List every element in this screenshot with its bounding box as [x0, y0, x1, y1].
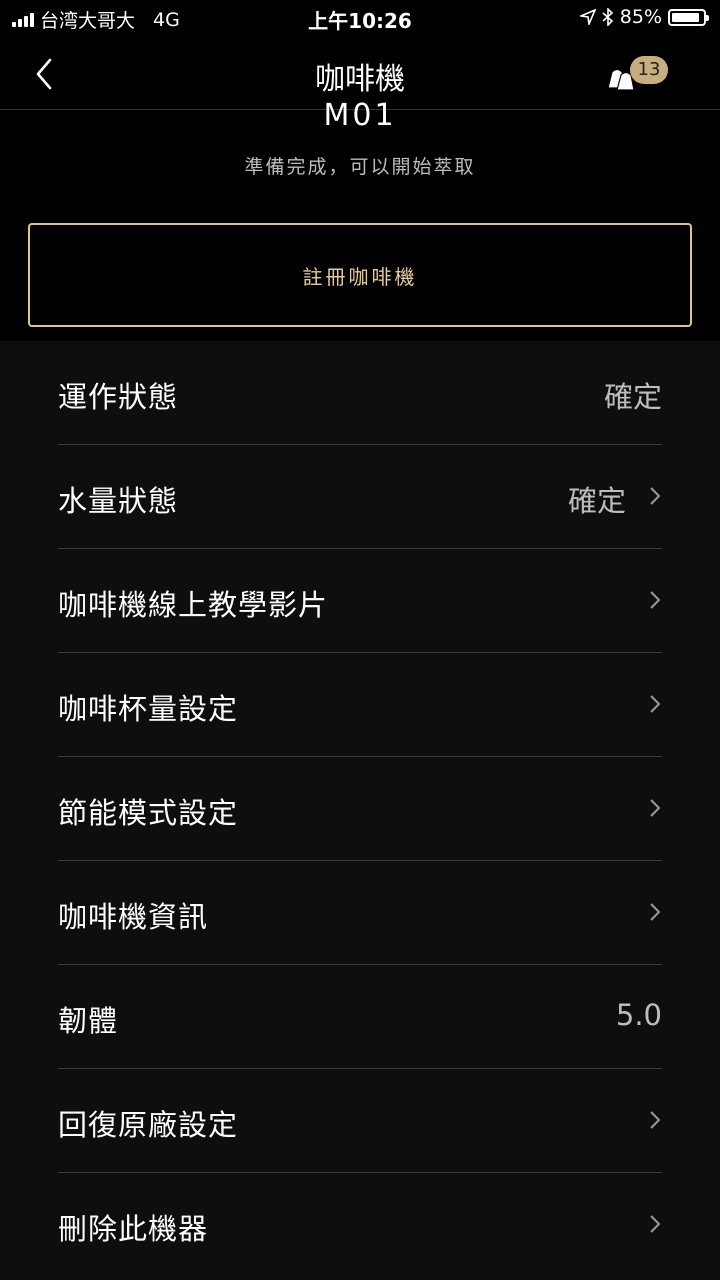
battery-percent: 85%	[619, 6, 662, 28]
chevron-right-icon	[650, 487, 661, 505]
settings-row-label: 咖啡杯量設定	[58, 692, 239, 726]
chevron-right-icon	[650, 1111, 661, 1129]
settings-row-label: 刪除此機器	[58, 1212, 209, 1246]
settings-row-label: 水量狀態	[58, 484, 179, 518]
settings-row-label: 韌體	[58, 1004, 119, 1038]
settings-row-label: 咖啡機線上教學影片	[58, 588, 329, 622]
settings-row-value: 確定	[567, 484, 626, 518]
settings-row-cup-size[interactable]: 咖啡杯量設定	[58, 653, 662, 757]
settings-row-label: 運作狀態	[58, 380, 179, 414]
machine-model: M01	[323, 98, 397, 130]
chevron-right-icon	[650, 1215, 661, 1233]
chevron-right-icon	[650, 903, 661, 921]
settings-row-machine-info[interactable]: 咖啡機資訊	[58, 861, 662, 965]
settings-row-factory-reset[interactable]: 回復原廠設定	[58, 1069, 662, 1173]
capsule-count-badge: 13	[630, 56, 668, 84]
settings-row-value: 確定	[603, 380, 662, 414]
status-bar: 台湾大哥大 4G 上午10:26 85%	[0, 0, 720, 36]
settings-row-energy-saving[interactable]: 節能模式設定	[58, 757, 662, 861]
battery-icon	[668, 8, 709, 26]
location-icon	[579, 9, 596, 25]
status-right: 85%	[579, 6, 709, 28]
settings-row-label: 回復原廠設定	[58, 1108, 239, 1142]
settings-list: 運作狀態 確定 水量狀態 確定 咖啡機線上教學影片 咖啡杯量設定 節能模式設定 …	[0, 341, 720, 1280]
register-machine-button[interactable]: 註冊咖啡機	[28, 223, 692, 327]
settings-row-label: 節能模式設定	[58, 796, 239, 830]
settings-row-operation-status: 運作狀態 確定	[58, 341, 662, 445]
chevron-right-icon	[650, 695, 661, 713]
machine-status: 準備完成，可以開始萃取	[244, 156, 476, 178]
register-machine-label: 註冊咖啡機	[302, 264, 418, 289]
settings-row-delete-machine[interactable]: 刪除此機器	[58, 1173, 662, 1277]
chevron-right-icon	[650, 799, 661, 817]
settings-row-water-status[interactable]: 水量狀態 確定	[58, 445, 662, 549]
bluetooth-icon	[602, 8, 613, 26]
firmware-version: 5.0	[615, 998, 662, 1032]
settings-row-label: 咖啡機資訊	[58, 900, 209, 934]
settings-row-tutorial-videos[interactable]: 咖啡機線上教學影片	[58, 549, 662, 653]
capsule-cart-button[interactable]: 13	[604, 54, 670, 94]
chevron-right-icon	[650, 591, 661, 609]
settings-row-firmware: 韌體 5.0	[58, 965, 662, 1069]
